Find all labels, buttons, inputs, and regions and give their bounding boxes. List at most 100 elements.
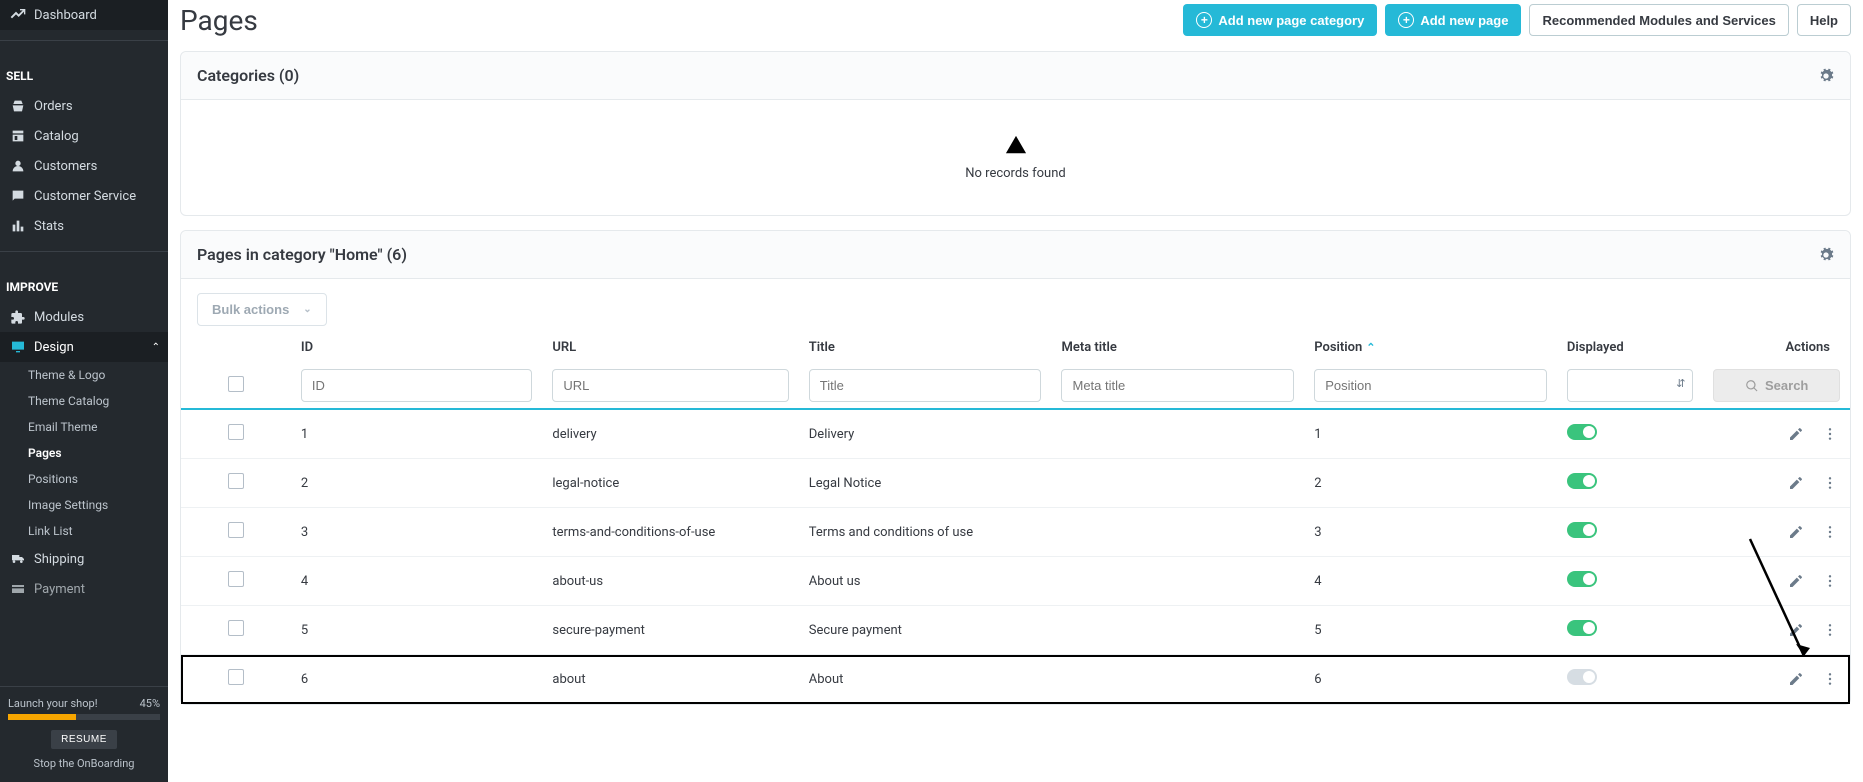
row-checkbox[interactable] [228, 473, 244, 489]
more-vert-icon[interactable] [1820, 671, 1840, 687]
row-checkbox[interactable] [228, 669, 244, 685]
cell-actions [1703, 655, 1850, 704]
section-title-sell: SELL [0, 51, 168, 91]
sidebar: Dashboard SELL Orders Catalog Customers … [0, 0, 168, 782]
sidebar-item-label: Modules [34, 310, 84, 325]
add-page-button[interactable]: + Add new page [1385, 4, 1521, 36]
displayed-toggle[interactable] [1567, 571, 1597, 587]
plus-circle-icon: + [1196, 12, 1212, 28]
sidebar-item-catalog[interactable]: Catalog [0, 121, 168, 151]
resume-button[interactable]: RESUME [51, 730, 117, 749]
cell-title: Terms and conditions of use [799, 508, 1052, 557]
submenu-theme-catalog[interactable]: Theme Catalog [28, 388, 168, 414]
help-button[interactable]: Help [1797, 4, 1851, 36]
row-checkbox[interactable] [228, 571, 244, 587]
sidebar-item-stats[interactable]: Stats [0, 211, 168, 241]
row-checkbox[interactable] [228, 424, 244, 440]
sidebar-item-customers[interactable]: Customers [0, 151, 168, 181]
button-label: Add new page [1420, 13, 1508, 28]
cell-position: 3 [1304, 508, 1557, 557]
cell-id: 4 [291, 557, 543, 606]
empty-text: No records found [965, 166, 1065, 181]
gear-icon[interactable] [1818, 68, 1834, 84]
sidebar-item-payment[interactable]: Payment [0, 574, 168, 604]
filter-url-input[interactable] [552, 369, 788, 402]
cell-url: about [542, 655, 798, 704]
more-vert-icon[interactable] [1820, 622, 1840, 638]
col-header-position[interactable]: Position⌃ [1304, 332, 1557, 363]
filter-displayed-select[interactable] [1567, 369, 1694, 402]
submenu-pages[interactable]: Pages [28, 440, 168, 466]
submenu-theme-logo[interactable]: Theme & Logo [28, 362, 168, 388]
submenu-image-settings[interactable]: Image Settings [28, 492, 168, 518]
puzzle-icon [8, 309, 28, 325]
sidebar-item-customer-service[interactable]: Customer Service [0, 181, 168, 211]
monitor-icon [8, 339, 28, 355]
cell-position: 5 [1304, 606, 1557, 655]
onboarding-footer: Launch your shop! 45% RESUME Stop the On… [0, 686, 168, 782]
edit-icon[interactable] [1786, 475, 1806, 491]
sidebar-item-orders[interactable]: Orders [0, 91, 168, 121]
filter-meta-input[interactable] [1061, 369, 1294, 402]
recommended-modules-button[interactable]: Recommended Modules and Services [1529, 4, 1788, 36]
store-icon [8, 128, 28, 144]
cell-meta [1051, 459, 1304, 508]
cell-url: about-us [542, 557, 798, 606]
cell-position: 2 [1304, 459, 1557, 508]
cell-position: 4 [1304, 557, 1557, 606]
cell-id: 3 [291, 508, 543, 557]
edit-icon[interactable] [1786, 622, 1806, 638]
col-header-displayed[interactable]: Displayed [1557, 332, 1704, 363]
table-row: 2legal-noticeLegal Notice2 [181, 459, 1850, 508]
filter-position-input[interactable] [1314, 369, 1547, 402]
edit-icon[interactable] [1786, 573, 1806, 589]
edit-icon[interactable] [1786, 426, 1806, 442]
plus-circle-icon: + [1398, 12, 1414, 28]
panel-title: Categories (0) [197, 66, 299, 85]
sidebar-item-shipping[interactable]: Shipping [0, 544, 168, 574]
col-header-url[interactable]: URL [542, 332, 798, 363]
search-button[interactable]: Search [1713, 369, 1840, 402]
more-vert-icon[interactable] [1820, 475, 1840, 491]
cell-id: 6 [291, 655, 543, 704]
more-vert-icon[interactable] [1820, 524, 1840, 540]
search-icon [1745, 379, 1759, 393]
sidebar-item-label: Payment [34, 582, 85, 597]
sidebar-item-modules[interactable]: Modules [0, 302, 168, 332]
col-header-id[interactable]: ID [291, 332, 543, 363]
submenu-email-theme[interactable]: Email Theme [28, 414, 168, 440]
more-vert-icon[interactable] [1820, 573, 1840, 589]
table-row: 3terms-and-conditions-of-useTerms and co… [181, 508, 1850, 557]
cell-actions [1703, 508, 1850, 557]
displayed-toggle[interactable] [1567, 473, 1597, 489]
add-page-category-button[interactable]: + Add new page category [1183, 4, 1377, 36]
select-all-checkbox[interactable] [228, 376, 244, 392]
categories-panel: Categories (0) No records found [180, 51, 1851, 216]
filter-title-input[interactable] [809, 369, 1042, 402]
launch-percent: 45% [140, 697, 160, 710]
stop-onboarding-link[interactable]: Stop the OnBoarding [8, 757, 160, 770]
displayed-toggle[interactable] [1567, 424, 1597, 440]
cell-id: 1 [291, 409, 543, 459]
cell-position: 1 [1304, 409, 1557, 459]
gear-icon[interactable] [1818, 247, 1834, 263]
table-row: 6aboutAbout6 [181, 655, 1850, 704]
displayed-toggle[interactable] [1567, 522, 1597, 538]
row-checkbox[interactable] [228, 620, 244, 636]
displayed-toggle[interactable] [1567, 669, 1597, 685]
edit-icon[interactable] [1786, 524, 1806, 540]
more-vert-icon[interactable] [1820, 426, 1840, 442]
empty-state: No records found [197, 120, 1834, 195]
row-checkbox[interactable] [228, 522, 244, 538]
sidebar-item-dashboard[interactable]: Dashboard [0, 0, 168, 30]
basket-icon [8, 98, 28, 114]
sidebar-item-design[interactable]: Design ⌃ [0, 332, 168, 362]
displayed-toggle[interactable] [1567, 620, 1597, 636]
col-header-title[interactable]: Title [799, 332, 1052, 363]
bulk-actions-dropdown[interactable]: Bulk actions ⌄ [197, 293, 327, 326]
col-header-meta[interactable]: Meta title [1051, 332, 1304, 363]
submenu-positions[interactable]: Positions [28, 466, 168, 492]
edit-icon[interactable] [1786, 671, 1806, 687]
filter-id-input[interactable] [301, 369, 533, 402]
submenu-link-list[interactable]: Link List [28, 518, 168, 544]
